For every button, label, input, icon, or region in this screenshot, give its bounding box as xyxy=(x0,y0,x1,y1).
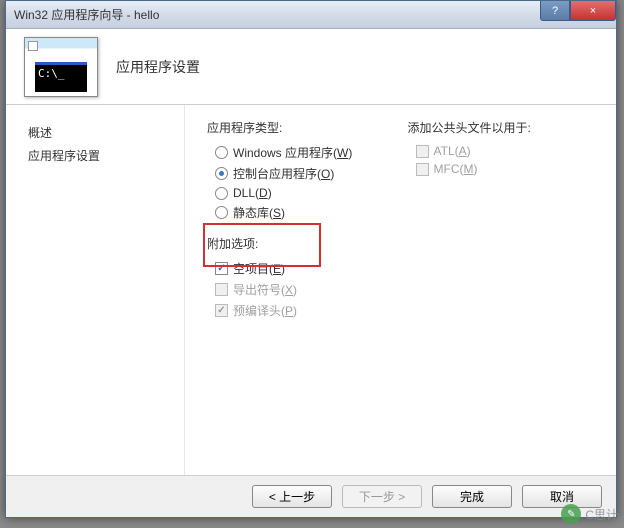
close-button[interactable]: × xyxy=(570,1,616,21)
content: 应用程序类型: Windows 应用程序(W) 控制台应用程序(O) DLL(D… xyxy=(184,105,616,475)
check-atl: ATL(A) xyxy=(408,142,599,160)
check-export-symbols: 导出符号(X) xyxy=(207,279,398,300)
titlebar: Win32 应用程序向导 - hello ? × xyxy=(6,1,616,29)
checkbox-icon xyxy=(416,163,429,176)
radio-console-app[interactable]: 控制台应用程序(O) xyxy=(207,163,398,184)
radio-dll[interactable]: DLL(D) xyxy=(207,184,398,202)
headers-label: 添加公共头文件以用于: xyxy=(408,119,599,136)
console-icon: C:\_ xyxy=(24,37,98,97)
sidebar-item-overview[interactable]: 概述 xyxy=(28,121,184,144)
body: 概述 应用程序设置 应用程序类型: Windows 应用程序(W) 控制台应用程… xyxy=(6,105,616,475)
check-precompiled-header: 预编译头(P) xyxy=(207,300,398,321)
radio-windows-app[interactable]: Windows 应用程序(W) xyxy=(207,142,398,163)
help-button[interactable]: ? xyxy=(540,1,570,21)
radio-icon xyxy=(215,187,228,200)
radio-icon xyxy=(215,206,228,219)
check-empty-project[interactable]: 空项目(E) xyxy=(207,258,398,279)
checkbox-icon xyxy=(416,145,429,158)
radio-icon xyxy=(215,146,228,159)
finish-button[interactable]: 完成 xyxy=(432,485,512,508)
checkbox-icon xyxy=(215,283,228,296)
extra-label: 附加选项: xyxy=(207,235,398,252)
checkbox-icon xyxy=(215,262,228,275)
header: C:\_ 应用程序设置 xyxy=(6,29,616,105)
page-title: 应用程序设置 xyxy=(116,57,200,77)
checkbox-icon xyxy=(215,304,228,317)
prev-button[interactable]: < 上一步 xyxy=(252,485,332,508)
window-title: Win32 应用程序向导 - hello xyxy=(14,6,159,23)
watermark: ✎ C思计 xyxy=(561,504,618,524)
radio-icon xyxy=(215,167,228,180)
check-mfc: MFC(M) xyxy=(408,160,599,178)
wizard-window: Win32 应用程序向导 - hello ? × C:\_ 应用程序设置 概述 … xyxy=(5,0,617,518)
app-type-label: 应用程序类型: xyxy=(207,119,398,136)
sidebar-item-appsettings[interactable]: 应用程序设置 xyxy=(28,144,184,167)
footer: < 上一步 下一步 > 完成 取消 xyxy=(6,475,616,517)
watermark-icon: ✎ xyxy=(561,504,581,524)
next-button: 下一步 > xyxy=(342,485,422,508)
radio-static-lib[interactable]: 静态库(S) xyxy=(207,202,398,223)
sidebar: 概述 应用程序设置 xyxy=(6,105,184,475)
